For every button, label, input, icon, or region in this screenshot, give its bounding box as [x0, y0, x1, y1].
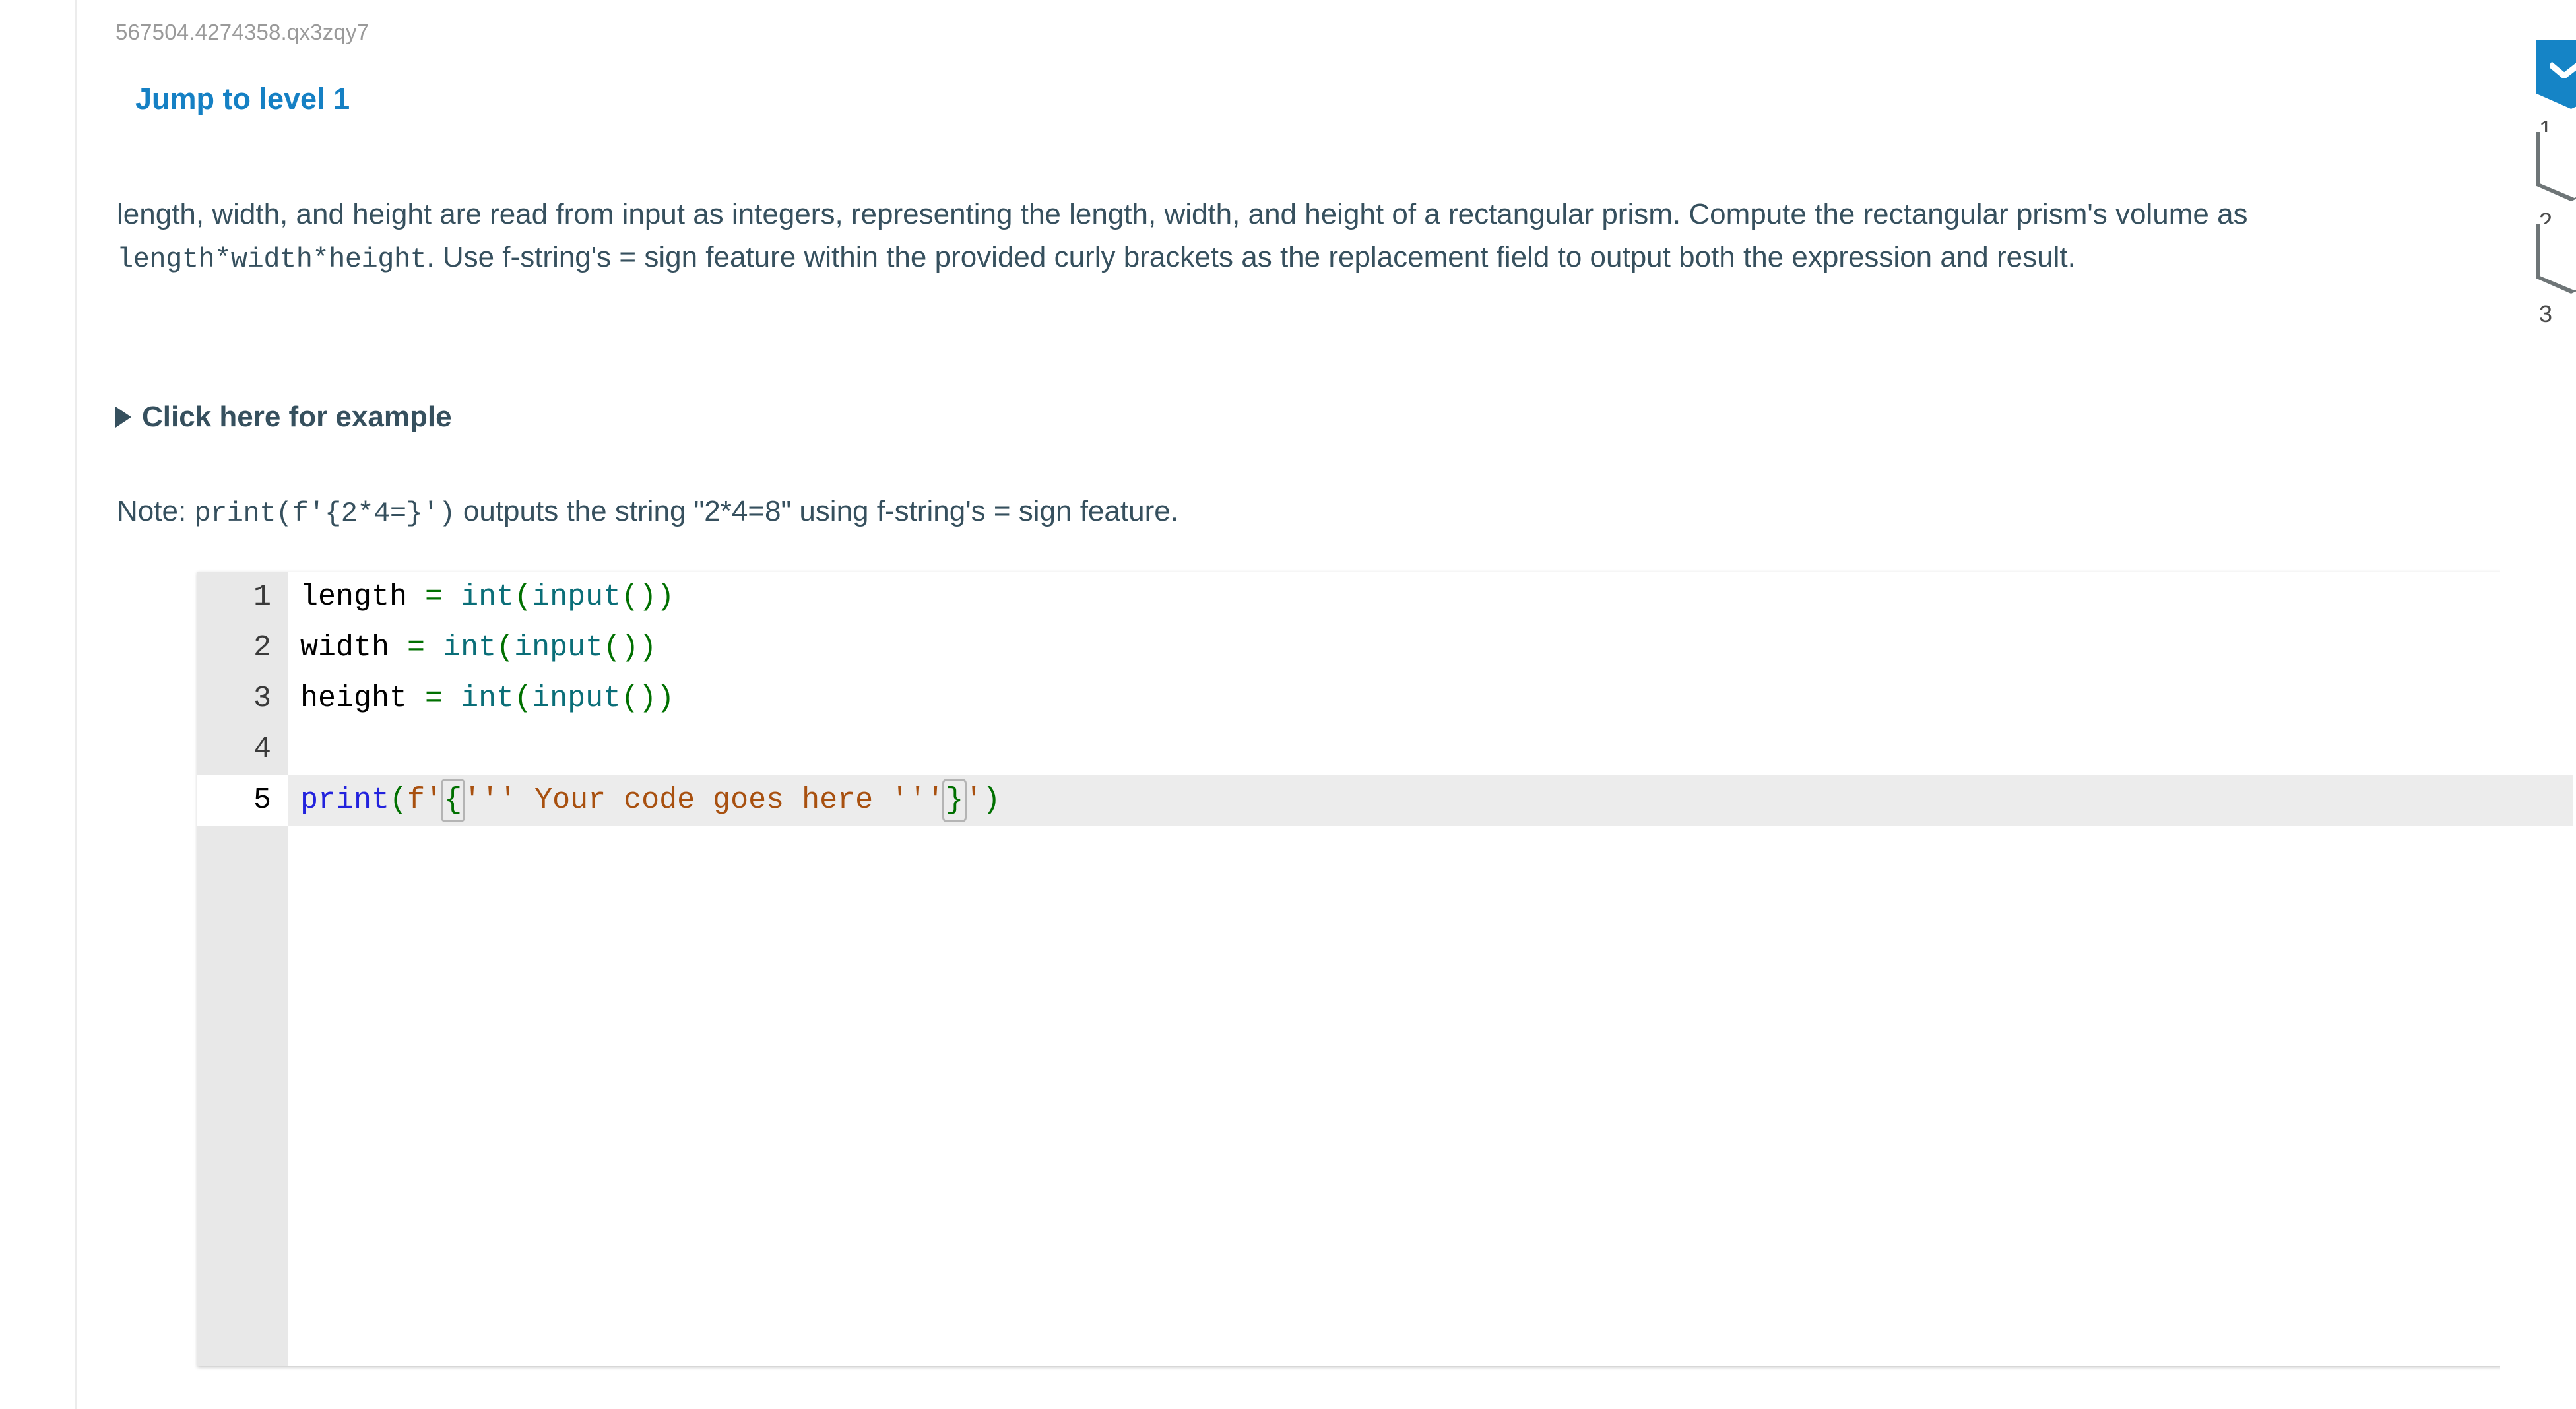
line-number-3: 3	[253, 682, 271, 715]
level-number-3: 3	[2539, 300, 2553, 327]
activity-content: 567504.4274358.qx3zqy7 Jump to level 1 l…	[79, 0, 2573, 1409]
left-rail-divider	[0, 0, 77, 1409]
prompt-line-2-part-b: . Use f-string's = sign feature within t…	[426, 241, 1116, 274]
line-number-4: 4	[253, 733, 271, 766]
code-token: input	[532, 580, 622, 614]
empty-badge-icon	[2536, 224, 2576, 294]
code-token: )	[982, 783, 1001, 817]
code-token: int	[461, 580, 515, 614]
code-line-3[interactable]: 3 height = int(input())	[197, 673, 2573, 724]
code-token: =	[425, 580, 443, 614]
prompt-line-2-part-a: Compute the rectangular prism's volume a…	[1689, 198, 2248, 230]
code-token: )	[657, 580, 675, 614]
code-token: '	[965, 783, 983, 817]
bracket-match-highlight: {	[441, 779, 466, 822]
line-number-2: 2	[253, 631, 271, 665]
code-token: f'	[407, 783, 443, 817]
line-number-1: 1	[253, 580, 271, 614]
badge-inner-fill	[2540, 224, 2576, 290]
code-line-4[interactable]: 4	[197, 724, 2573, 775]
prompt-line-1: length, width, and height are read from …	[117, 198, 1681, 230]
code-token: )	[657, 682, 675, 715]
note-inline-code: print(f'{2*4=}')	[194, 498, 455, 529]
check-icon	[2536, 40, 2576, 109]
code-token: height	[300, 682, 408, 715]
code-token: )	[639, 631, 657, 665]
check-icon	[2550, 55, 2576, 78]
code-token: ()	[621, 580, 657, 614]
example-disclosure-toggle[interactable]: Click here for example	[115, 401, 452, 434]
code-token: ''' Your code goes here '''	[463, 783, 945, 817]
code-token: ()	[603, 631, 639, 665]
badge-inner-fill	[2540, 132, 2576, 198]
code-text-line-5[interactable]: print(f'{''' Your code goes here '''}')	[288, 775, 2573, 826]
code-token: input	[532, 682, 622, 715]
note-suffix: outputs the string "2*4=8" using f-strin…	[455, 495, 1178, 527]
prompt-line-3: brackets as the replacement field to out…	[1123, 241, 2076, 274]
code-token: int	[443, 631, 497, 665]
code-line-1[interactable]: 1 length = int(input())	[197, 572, 2573, 622]
code-token: length	[300, 580, 408, 614]
bracket-match-highlight: }	[942, 779, 967, 822]
code-token: print	[300, 783, 390, 817]
level-badge-3[interactable]: 3	[2536, 224, 2576, 328]
code-text-line-4[interactable]	[288, 724, 2573, 775]
code-editor[interactable]: 1 length = int(input()) 2 width = int(input…	[197, 572, 2573, 1366]
code-text-line-1[interactable]: length = int(input())	[288, 572, 2573, 622]
code-token: =	[425, 682, 443, 715]
prompt-inline-code-volume: length*width*height	[117, 244, 427, 276]
code-token: input	[514, 631, 604, 665]
code-text-line-3[interactable]: height = int(input())	[288, 673, 2573, 724]
code-token: width	[300, 631, 390, 665]
activity-id-label: 567504.4274358.qx3zqy7	[115, 20, 370, 44]
note-text: Note: print(f'{2*4=}') outputs the strin…	[117, 492, 1178, 532]
code-token: (	[389, 783, 408, 817]
level-badge-1[interactable]: 1	[2536, 40, 2576, 143]
code-line-2[interactable]: 2 width = int(input())	[197, 622, 2573, 673]
code-token: (	[514, 682, 532, 715]
line-number-5: 5	[197, 775, 288, 826]
example-toggle-label: Click here for example	[142, 401, 452, 433]
code-token: =	[407, 631, 426, 665]
code-text-line-2[interactable]: width = int(input())	[288, 622, 2573, 673]
note-prefix: Note:	[117, 495, 195, 527]
code-token: int	[461, 682, 515, 715]
jump-to-level-link[interactable]: Jump to level 1	[135, 82, 350, 116]
triangle-right-icon	[115, 407, 131, 428]
code-token: ()	[621, 682, 657, 715]
empty-badge-icon	[2536, 132, 2576, 201]
code-lines-container[interactable]: 1 length = int(input()) 2 width = int(input…	[197, 572, 2573, 826]
problem-statement: length, width, and height are read from …	[117, 193, 2426, 280]
code-line-5[interactable]: 5 print(f'{''' Your code goes here '''}')	[197, 775, 2573, 826]
level-badge-2[interactable]: 2	[2536, 132, 2576, 236]
code-token: (	[514, 580, 532, 614]
code-token: (	[496, 631, 515, 665]
